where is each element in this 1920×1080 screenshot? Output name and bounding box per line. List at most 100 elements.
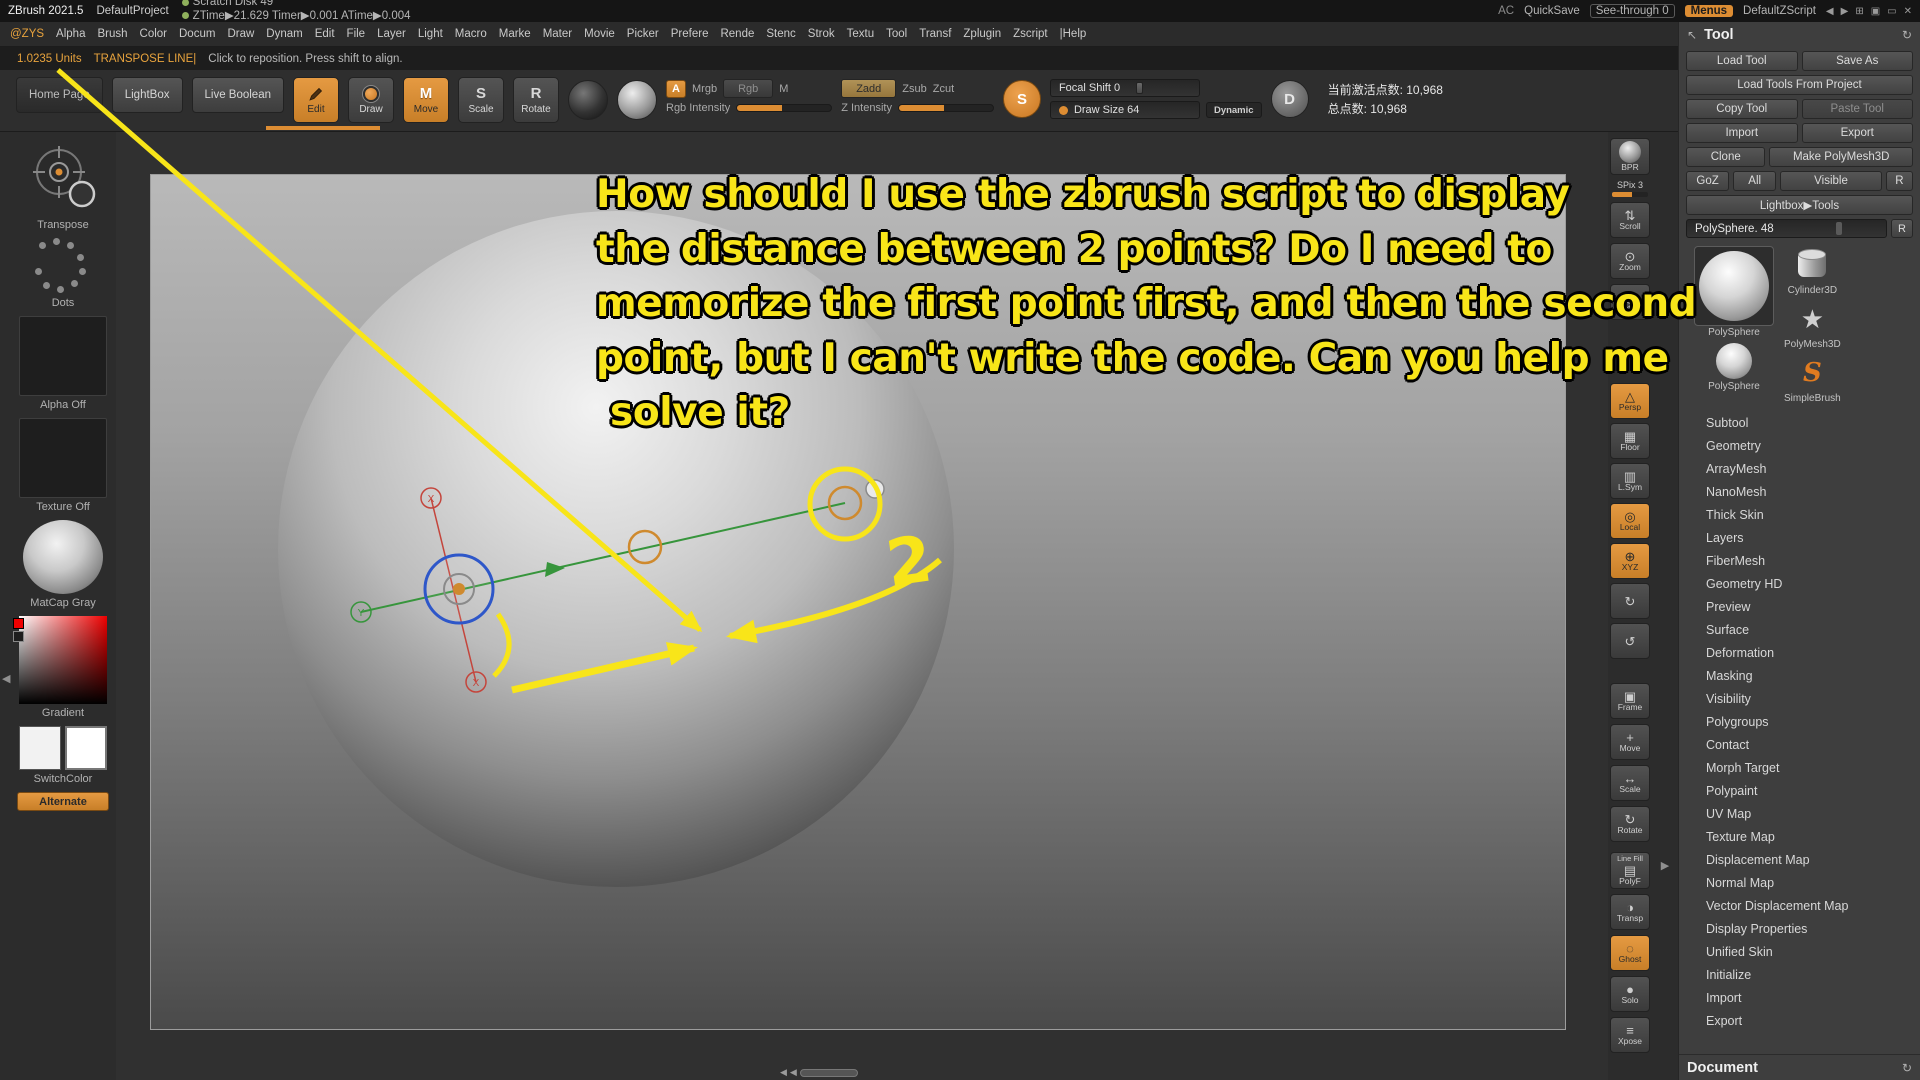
- tool-section[interactable]: Vector Displacement Map: [1679, 895, 1920, 918]
- tool-section[interactable]: Polypaint: [1679, 780, 1920, 803]
- scale-button[interactable]: S Scale: [458, 77, 504, 123]
- tool-section[interactable]: Thick Skin: [1679, 504, 1920, 527]
- shelf-button[interactable]: ● Solo: [1610, 976, 1650, 1012]
- pointer-icon[interactable]: ↖: [1687, 28, 1697, 42]
- tool-section[interactable]: NanoMesh: [1679, 481, 1920, 504]
- goz-button[interactable]: GoZ: [1686, 171, 1729, 191]
- menu-item[interactable]: Macro: [455, 28, 487, 40]
- mrgb-toggle[interactable]: Mrgb: [692, 83, 717, 95]
- tool-section[interactable]: Export: [1679, 1010, 1920, 1033]
- titlebar-window-icon[interactable]: ◀: [1826, 6, 1834, 17]
- m-toggle[interactable]: M: [779, 83, 788, 95]
- move-button[interactable]: M Move: [403, 77, 449, 123]
- menu-item[interactable]: Textu: [847, 28, 875, 40]
- menu-item[interactable]: Tool: [886, 28, 907, 40]
- density-icon[interactable]: D: [1271, 80, 1309, 118]
- menu-item[interactable]: Docum: [179, 28, 215, 40]
- rgb-toggle[interactable]: Rgb: [723, 79, 773, 98]
- shelf-button[interactable]: ⊕ XYZ: [1610, 543, 1650, 579]
- menu-item[interactable]: Transf: [919, 28, 951, 40]
- scroll-left-icon[interactable]: ◀: [780, 1067, 787, 1078]
- menu-item[interactable]: Color: [140, 28, 167, 40]
- zadd-toggle[interactable]: Zadd: [841, 79, 896, 98]
- see-through-slider[interactable]: See-through 0: [1590, 4, 1675, 18]
- viewport-canvas[interactable]: X X Y ◀ ◀: [116, 132, 1608, 1080]
- load-tool-button[interactable]: Load Tool: [1686, 51, 1798, 71]
- shelf-button[interactable]: ⊙ Zoom: [1610, 243, 1650, 279]
- tool-section[interactable]: Visibility: [1679, 688, 1920, 711]
- primary-color-swatch[interactable]: [13, 618, 24, 629]
- menu-item[interactable]: Zplugin: [963, 28, 1001, 40]
- paste-tool-button[interactable]: Paste Tool: [1802, 99, 1914, 119]
- home-page-button[interactable]: Home Page: [16, 77, 103, 113]
- menu-item[interactable]: Dynam: [266, 28, 302, 40]
- transpose-end-handle[interactable]: [866, 480, 884, 498]
- shelf-button[interactable]: Line Fill ▤ PolyF: [1610, 852, 1650, 889]
- active-tool-thumbnail[interactable]: [1694, 246, 1774, 326]
- menu-item[interactable]: Stenc: [766, 28, 795, 40]
- menu-item[interactable]: Light: [418, 28, 443, 40]
- menu-item[interactable]: Edit: [315, 28, 335, 40]
- titlebar-window-icon[interactable]: ✕: [1904, 6, 1912, 17]
- goz-all-button[interactable]: All: [1733, 171, 1776, 191]
- shelf-button[interactable]: ↺: [1610, 623, 1650, 659]
- shelf-button[interactable]: + Move: [1610, 724, 1650, 760]
- canvas-horizontal-scrollbar[interactable]: ◀ ◀: [780, 1067, 858, 1078]
- cycle-icon[interactable]: ↻: [1902, 28, 1912, 42]
- clone-button[interactable]: Clone: [1686, 147, 1765, 167]
- texture-selector[interactable]: Texture Off: [17, 418, 109, 513]
- menu-item[interactable]: Draw: [227, 28, 254, 40]
- slider-handle[interactable]: [1836, 222, 1842, 235]
- tool-section[interactable]: Polygroups: [1679, 711, 1920, 734]
- tool-section[interactable]: Morph Target: [1679, 757, 1920, 780]
- stroke-dots-tool[interactable]: Dots: [17, 238, 109, 309]
- tool-section[interactable]: Import: [1679, 987, 1920, 1010]
- quicksave-button[interactable]: QuickSave: [1524, 5, 1580, 17]
- menu-item[interactable]: Brush: [97, 28, 127, 40]
- secondary-color-swatch[interactable]: [13, 631, 24, 642]
- tool-section[interactable]: Layers: [1679, 527, 1920, 550]
- shelf-button[interactable]: ◉ Actual: [1610, 284, 1650, 320]
- scroll-left-icon[interactable]: ◀: [790, 1067, 797, 1078]
- tool-thumb-cylinder3d[interactable]: [1789, 246, 1835, 284]
- tool-thumb-polymesh3d[interactable]: ★: [1789, 300, 1835, 338]
- tool-section[interactable]: FiberMesh: [1679, 550, 1920, 573]
- material-preview[interactable]: [617, 80, 657, 120]
- import-button[interactable]: Import: [1686, 123, 1798, 143]
- shelf-button[interactable]: ◑ Transp: [1610, 894, 1650, 930]
- menu-item[interactable]: Zscript: [1013, 28, 1048, 40]
- rotate-button[interactable]: R Rotate: [513, 77, 559, 123]
- titlebar-window-icon[interactable]: ▭: [1887, 6, 1896, 17]
- load-tools-from-project-button[interactable]: Load Tools From Project: [1686, 75, 1913, 95]
- tool-section[interactable]: Displacement Map: [1679, 849, 1920, 872]
- tool-section[interactable]: Masking: [1679, 665, 1920, 688]
- menu-item[interactable]: Rende: [720, 28, 754, 40]
- titlebar-window-icon[interactable]: ⊞: [1855, 6, 1863, 17]
- live-boolean-button[interactable]: Live Boolean: [192, 77, 285, 113]
- rgb-intensity-slider[interactable]: [736, 104, 832, 112]
- save-as-button[interactable]: Save As: [1802, 51, 1914, 71]
- document-panel-header[interactable]: Document ↻: [1679, 1054, 1920, 1080]
- transpose-mid-ring[interactable]: [629, 531, 661, 563]
- default-zscript-button[interactable]: DefaultZScript: [1743, 5, 1816, 17]
- alpha-selector[interactable]: Alpha Off: [17, 316, 109, 411]
- menu-item[interactable]: Mater: [543, 28, 572, 40]
- shelf-button[interactable]: ▣ Frame: [1610, 683, 1650, 719]
- menu-item[interactable]: |Help: [1060, 28, 1087, 40]
- draw-size-slider[interactable]: Draw Size 64: [1050, 101, 1200, 119]
- dynamic-toggle[interactable]: Dynamic: [1206, 102, 1262, 118]
- shelf-button[interactable]: ◌ Ghost: [1610, 935, 1650, 971]
- tool-section[interactable]: Geometry: [1679, 435, 1920, 458]
- main-color-swatch[interactable]: [19, 726, 61, 770]
- tool-r-button[interactable]: R: [1891, 219, 1913, 238]
- alt-color-swatch[interactable]: [65, 726, 107, 770]
- shelf-button[interactable]: ◎ Local: [1610, 503, 1650, 539]
- stroke-type-icon[interactable]: S: [1003, 80, 1041, 118]
- goz-r-button[interactable]: R: [1886, 171, 1913, 191]
- menu-item[interactable]: Strok: [808, 28, 835, 40]
- mrgb-chip[interactable]: A: [666, 80, 686, 98]
- shelf-button[interactable]: ↻ Rotate: [1610, 806, 1650, 842]
- shelf-button[interactable]: ↔ Scale: [1610, 765, 1650, 801]
- material-selector[interactable]: MatCap Gray: [17, 520, 109, 609]
- menu-item[interactable]: Marke: [499, 28, 531, 40]
